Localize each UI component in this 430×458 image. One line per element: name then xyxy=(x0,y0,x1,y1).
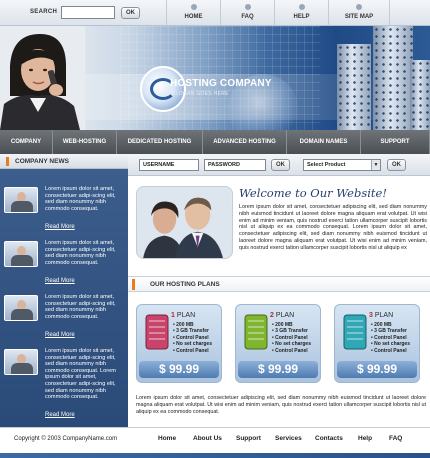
footer-link-faq[interactable]: FAQ xyxy=(389,435,402,442)
news-thumbnail xyxy=(4,187,38,213)
news-thumbnail xyxy=(4,349,38,375)
server-icon xyxy=(145,314,169,350)
bullet-icon xyxy=(190,4,197,10)
bullet-icon xyxy=(356,4,362,10)
news-text: Lorem ipsum dolor sit amet, consectetuer… xyxy=(45,240,116,266)
footer-link-about-us[interactable]: About Us xyxy=(193,435,222,442)
login-bar: USERNAME PASSWORD OK Select Product ▼ OK xyxy=(128,154,430,176)
footer-link-help[interactable]: Help xyxy=(358,435,372,442)
news-read-more-link[interactable]: Read More xyxy=(45,332,75,338)
login-ok-button[interactable]: OK xyxy=(271,159,290,171)
search-ok-button[interactable]: OK xyxy=(121,7,140,19)
bullet-icon xyxy=(244,4,251,10)
skyscraper-graphic xyxy=(373,26,413,130)
footer: Copyright © 2003 CompanyName.com Home Ab… xyxy=(0,427,430,458)
server-icon xyxy=(343,314,367,350)
plan-name: 3 PLAN xyxy=(369,312,394,319)
chevron-down-icon: ▼ xyxy=(371,160,380,170)
footer-stripe xyxy=(0,453,430,458)
top-nav-help[interactable]: HELP xyxy=(274,0,328,26)
plan-name: 1 PLAN xyxy=(171,312,196,319)
header-banner: HOSTING COMPANY SLOGAN GOES HERE xyxy=(0,26,430,130)
company-news-sidebar: COMPANY NEWS Lorem ipsum dolor sit amet,… xyxy=(0,154,128,427)
plan-feature: • Control Panel xyxy=(272,347,308,354)
top-nav-label: FAQ xyxy=(241,14,254,20)
footer-link-support[interactable]: Support xyxy=(236,435,261,442)
company-news-header: COMPANY NEWS xyxy=(0,154,128,169)
news-thumbnail xyxy=(4,241,38,267)
main-nav: COMPANY WEB-HOSTING DEDICATED HOSTING AD… xyxy=(0,130,430,154)
top-nav-label: HOME xyxy=(184,14,203,20)
plan-price: $ 99.99 xyxy=(356,362,398,376)
plan-card-2[interactable]: 2 PLAN • 200 MB • 3 GB Transfer • Contro… xyxy=(235,304,321,383)
main-nav-domain-names[interactable]: DOMAIN NAMES xyxy=(287,130,361,154)
news-text: Lorem ipsum dolor sit amet, consectetuer… xyxy=(45,186,116,212)
orange-marker-icon xyxy=(132,279,135,290)
hosting-plans-title: OUR HOSTING PLANS xyxy=(150,281,220,288)
news-read-more-link[interactable]: Read More xyxy=(45,412,75,418)
plan-feature: • Control Panel xyxy=(371,347,407,354)
news-thumbnail xyxy=(4,295,38,321)
main-nav-support[interactable]: SUPPORT xyxy=(361,130,430,154)
news-read-more-link[interactable]: Read More xyxy=(45,224,75,230)
plan-name: 2 PLAN xyxy=(270,312,295,319)
plan-features: • 200 MB • 3 GB Transfer • Control Panel… xyxy=(371,322,421,354)
main-nav-web-hosting[interactable]: WEB-HOSTING xyxy=(53,130,117,154)
welcome-title: Welcome to Our Website! xyxy=(239,186,387,200)
password-input[interactable]: PASSWORD xyxy=(204,159,266,171)
footer-link-services[interactable]: Services xyxy=(275,435,302,442)
top-nav-site-map[interactable]: SITE MAP xyxy=(328,0,390,26)
news-item: Lorem ipsum dolor sit amet, consectetuer… xyxy=(0,182,128,236)
plan-price: $ 99.99 xyxy=(257,362,299,376)
bullet-icon xyxy=(298,4,305,10)
footer-link-contacts[interactable]: Contacts xyxy=(315,435,343,442)
news-item: Lorem ipsum dolor sit amet, consectetuer… xyxy=(0,344,128,424)
copyright-text: Copyright © 2003 CompanyName.com xyxy=(14,436,118,442)
company-logo-icon xyxy=(140,66,186,112)
plan-card-3[interactable]: 3 PLAN • 200 MB • 3 GB Transfer • Contro… xyxy=(334,304,420,383)
product-ok-button[interactable]: OK xyxy=(387,159,406,171)
main-content: USERNAME PASSWORD OK Select Product ▼ OK… xyxy=(128,154,430,427)
news-text: Lorem ipsum dolor sit amet, consectetuer… xyxy=(45,294,116,320)
orange-marker-icon xyxy=(6,157,9,166)
hosting-plans-header: OUR HOSTING PLANS xyxy=(128,276,430,292)
skyscraper-graphic xyxy=(410,60,430,130)
news-read-more-link[interactable]: Read More xyxy=(45,278,75,284)
news-item: Lorem ipsum dolor sit amet, consectetuer… xyxy=(0,290,128,344)
plan-features: • 200 MB • 3 GB Transfer • Control Panel… xyxy=(173,322,223,354)
plan-feature: • Control Panel xyxy=(173,347,209,354)
plan-price: $ 99.99 xyxy=(158,362,200,376)
news-text: Lorem ipsum dolor sit amet, consectetuer… xyxy=(45,348,116,401)
product-select-value: Select Product xyxy=(307,162,346,168)
main-nav-company[interactable]: COMPANY xyxy=(0,130,53,154)
main-nav-dedicated-hosting[interactable]: DEDICATED HOSTING xyxy=(117,130,203,154)
top-nav-faq[interactable]: FAQ xyxy=(220,0,274,26)
business-people-photo xyxy=(136,186,233,259)
top-nav: HOME FAQ HELP SITE MAP xyxy=(166,0,390,26)
company-news-title: COMPANY NEWS xyxy=(15,158,69,165)
search-label: SEARCH xyxy=(30,9,58,15)
top-nav-label: SITE MAP xyxy=(344,14,374,20)
product-select[interactable]: Select Product ▼ xyxy=(303,159,381,171)
top-nav-home[interactable]: HOME xyxy=(166,0,220,26)
footer-link-home[interactable]: Home xyxy=(158,435,176,442)
skyscraper-graphic xyxy=(337,44,371,130)
search-input[interactable] xyxy=(61,6,115,19)
company-name: HOSTING COMPANY xyxy=(170,78,272,89)
main-nav-advanced-hosting[interactable]: ADVANCED HOSTING xyxy=(203,130,287,154)
welcome-text: Lorem ipsum dolor sit amet, consectetuer… xyxy=(239,204,427,251)
top-bar: SEARCH OK HOME FAQ HELP SITE MAP xyxy=(0,0,430,26)
username-input[interactable]: USERNAME xyxy=(139,159,199,171)
server-icon xyxy=(244,314,268,350)
bottom-text: Lorem ipsum dolor sit amet, consectetuer… xyxy=(136,395,426,415)
plan-features: • 200 MB • 3 GB Transfer • Control Panel… xyxy=(272,322,322,354)
top-nav-label: HELP xyxy=(293,14,310,20)
woman-on-phone-photo xyxy=(0,26,85,130)
plan-card-1[interactable]: 1 PLAN • 200 MB • 3 GB Transfer • Contro… xyxy=(136,304,222,383)
news-item: Lorem ipsum dolor sit amet, consectetuer… xyxy=(0,236,128,290)
company-slogan: SLOGAN GOES HERE xyxy=(172,91,229,97)
